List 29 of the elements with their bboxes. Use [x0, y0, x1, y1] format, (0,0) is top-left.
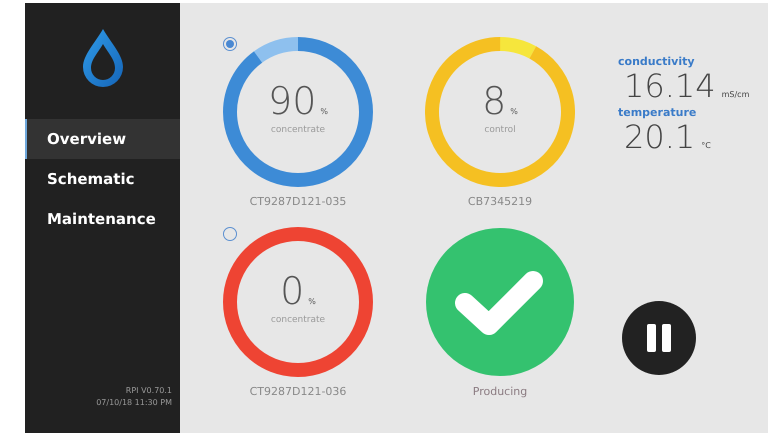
gauge-id-label: CB7345219: [468, 195, 532, 208]
unit-label: %: [320, 107, 328, 116]
radio-button[interactable]: [223, 227, 237, 241]
gauge-caption: concentrate: [270, 315, 326, 325]
gauge-value: 0: [280, 269, 304, 313]
unit-label: °C: [701, 141, 711, 150]
gauge-value: 8: [482, 79, 506, 123]
pause-icon: [646, 323, 672, 353]
unit-label: %: [308, 297, 316, 306]
drop-logo-icon: [80, 27, 124, 89]
status-label: Producing: [472, 385, 528, 398]
nav-item[interactable]: Schematic: [25, 159, 180, 199]
gauge-caption: concentrate: [270, 125, 326, 135]
reading-label: temperature: [618, 106, 696, 119]
unit-label: mS/cm: [722, 90, 750, 99]
version-label: RPI V0.70.1: [124, 385, 172, 397]
gauge-id-label: CT9287D121-035: [250, 195, 346, 208]
gauge-value: 90: [268, 79, 316, 123]
nav-item[interactable]: Maintenance: [25, 199, 180, 239]
reading-label: conductivity: [618, 55, 695, 68]
reading-value: 16.14: [624, 68, 716, 104]
reading-value: 20.1: [624, 119, 696, 155]
radio-button[interactable]: [223, 37, 237, 51]
unit-label: %: [510, 107, 518, 116]
check-icon: [425, 227, 575, 377]
gauge-caption: control: [484, 125, 516, 135]
nav-item[interactable]: Overview: [25, 119, 180, 159]
timestamp: 07/10/18 11:30 PM: [95, 397, 172, 409]
gauge-id-label: CT9287D121-036: [250, 385, 346, 398]
